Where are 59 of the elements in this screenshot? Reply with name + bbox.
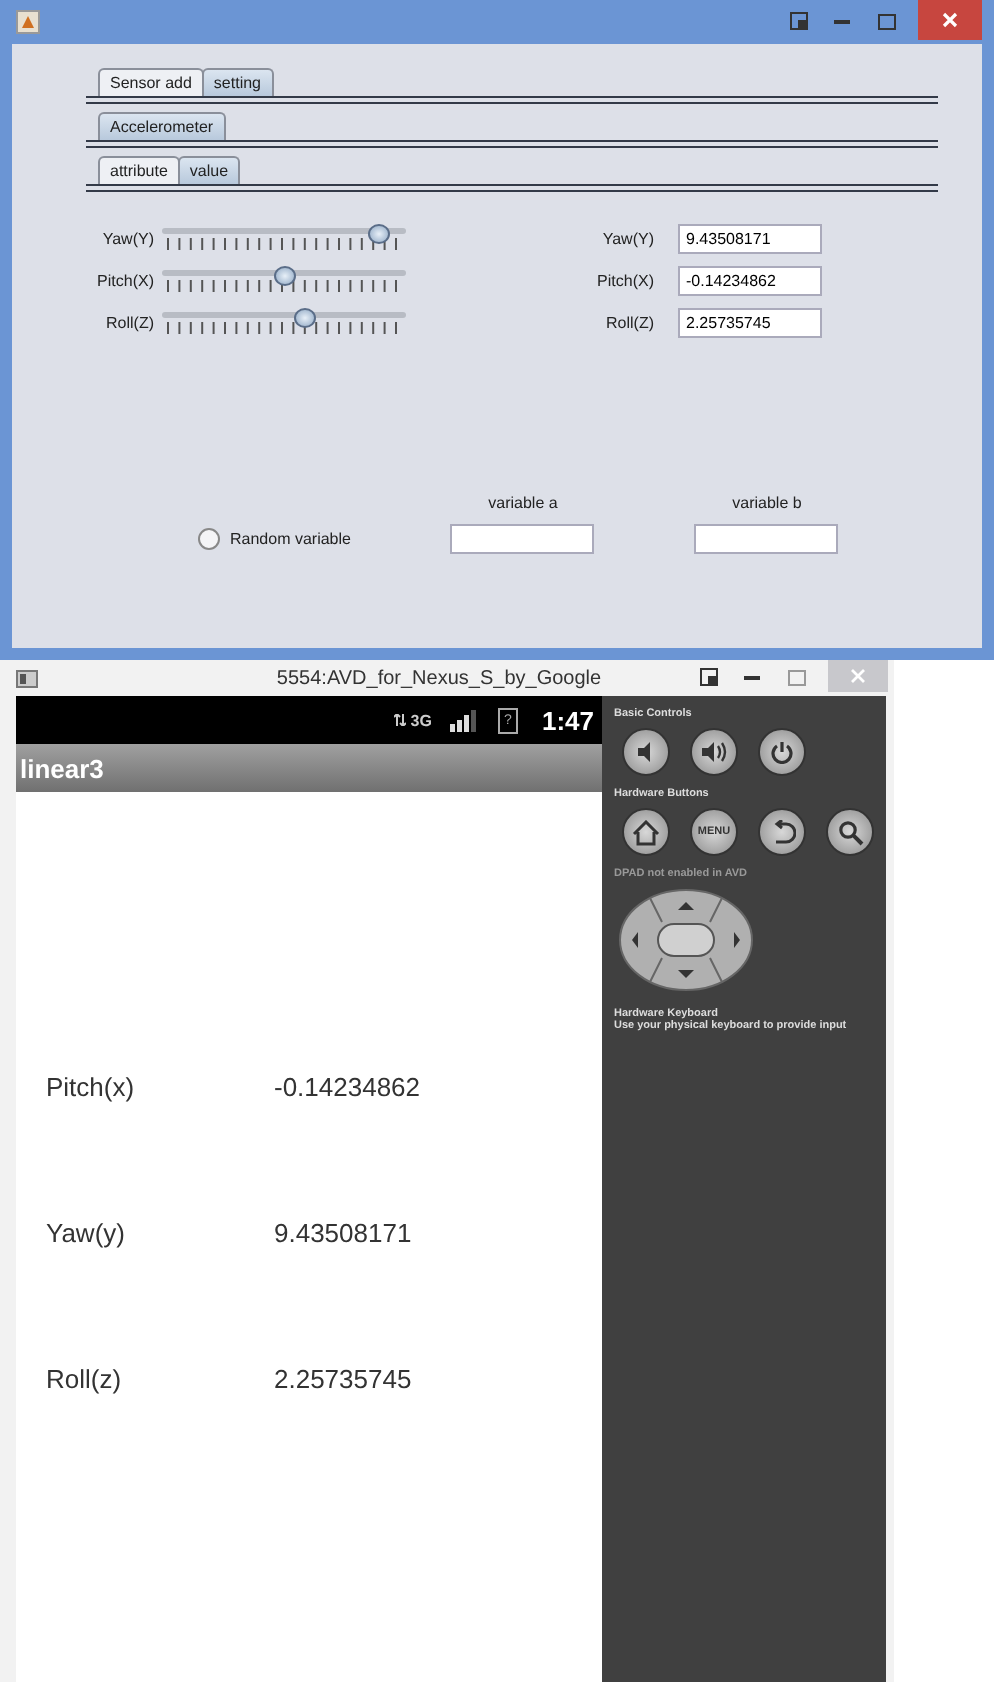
tab[interactable]: Sensor add bbox=[98, 68, 204, 96]
slider[interactable] bbox=[162, 308, 406, 336]
data-arrows-icon bbox=[394, 714, 407, 726]
field-label: Yaw(Y) bbox=[600, 230, 654, 248]
field-label: Pitch(X) bbox=[595, 272, 654, 290]
app-title: linear3 bbox=[20, 753, 104, 783]
input-field[interactable] bbox=[450, 524, 595, 554]
window-icon bbox=[16, 669, 38, 687]
value-field[interactable]: 2.25735745 bbox=[678, 308, 822, 338]
dpad-drawing bbox=[618, 888, 754, 992]
close-icon bbox=[850, 668, 866, 684]
field-label: variable b bbox=[732, 494, 802, 512]
value-field[interactable]: -0.14234862 bbox=[678, 266, 822, 296]
sensor-value: 2.25735745 bbox=[274, 1363, 412, 1393]
power-icon bbox=[770, 740, 794, 764]
sensor-value: -0.14234862 bbox=[274, 1071, 421, 1101]
field-label: Roll(Z) bbox=[604, 314, 654, 332]
tab[interactable]: value bbox=[177, 156, 241, 184]
close-button[interactable] bbox=[918, 0, 982, 40]
sensor-label: Yaw(y) bbox=[46, 1217, 127, 1247]
search-button[interactable] bbox=[826, 808, 874, 856]
tab[interactable]: setting bbox=[201, 68, 273, 96]
slider-thumb[interactable] bbox=[368, 224, 391, 244]
signal-icon bbox=[449, 709, 478, 731]
volume-up-button[interactable] bbox=[690, 728, 738, 776]
home-button[interactable] bbox=[622, 808, 670, 856]
slider[interactable] bbox=[162, 266, 406, 294]
sensor-label: Roll(z) bbox=[46, 1363, 124, 1393]
sensor-label: Pitch(x) bbox=[46, 1071, 137, 1101]
speaker-waves-icon bbox=[700, 740, 728, 764]
radio-button[interactable] bbox=[198, 528, 220, 550]
radio-label: Random variable bbox=[230, 530, 351, 548]
volume-down-button[interactable] bbox=[622, 728, 670, 776]
sensor-value: 9.43508171 bbox=[274, 1217, 412, 1247]
maximize-icon[interactable] bbox=[788, 669, 808, 687]
network-label: 3G bbox=[410, 711, 432, 729]
slider-label: Roll(Z) bbox=[104, 313, 154, 331]
pin-icon[interactable] bbox=[700, 668, 720, 688]
slider-thumb[interactable] bbox=[294, 308, 317, 328]
maximize-icon[interactable] bbox=[878, 13, 898, 31]
window-title: 5554:AVD_for_Nexus_S_by_Google bbox=[274, 667, 604, 689]
close-icon bbox=[942, 12, 958, 28]
slider-label: Yaw(Y) bbox=[100, 229, 154, 247]
value-field[interactable]: 9.43508171 bbox=[678, 224, 822, 254]
minimize-icon[interactable] bbox=[744, 675, 764, 681]
house-icon bbox=[632, 819, 660, 845]
search-icon bbox=[837, 819, 863, 845]
clock: 1:47 bbox=[541, 705, 594, 735]
tab[interactable]: attribute bbox=[98, 156, 180, 184]
tab[interactable]: Accelerometer bbox=[98, 112, 226, 140]
slider-label: Pitch(X) bbox=[95, 271, 154, 289]
back-arrow-icon bbox=[769, 819, 795, 845]
slider[interactable] bbox=[162, 224, 406, 252]
field-label: variable a bbox=[488, 494, 558, 512]
back-button[interactable] bbox=[758, 808, 806, 856]
app-icon bbox=[16, 10, 40, 34]
power-button[interactable] bbox=[758, 728, 806, 776]
slider-thumb[interactable] bbox=[274, 266, 296, 286]
input-field[interactable] bbox=[694, 524, 839, 554]
